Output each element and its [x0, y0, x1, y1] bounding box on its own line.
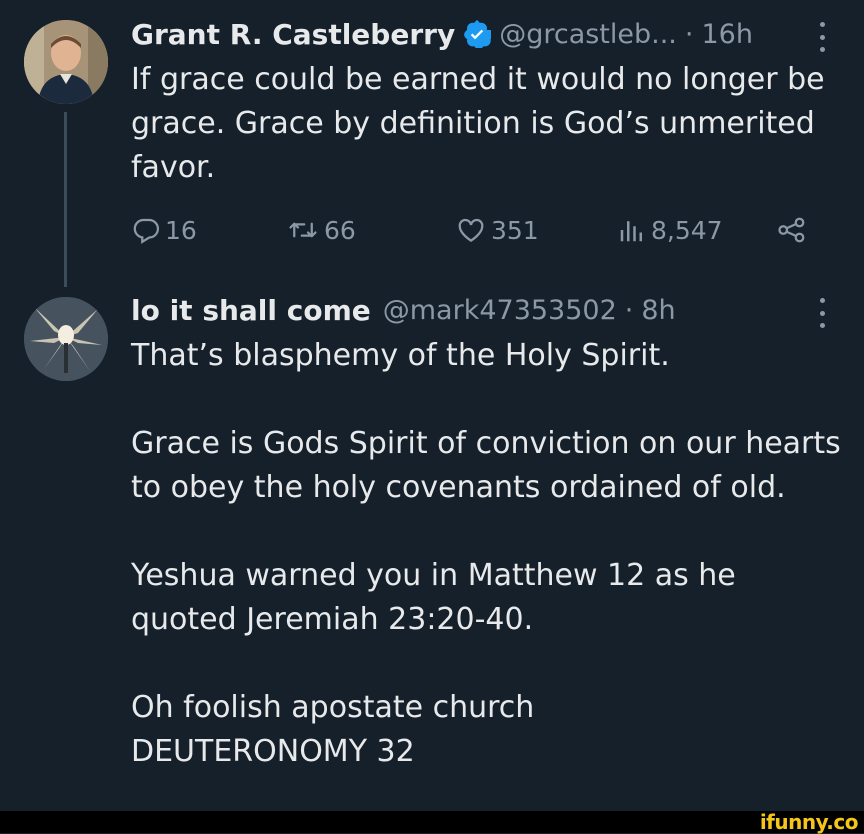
author-handle[interactable]: @mark47353502 [383, 295, 617, 326]
author-name[interactable]: Grant R. Castleberry [131, 18, 455, 51]
separator-dot: · [684, 18, 694, 50]
tweet2-header: lo it shall come @mark47353502 · 8h [131, 290, 676, 330]
separator-dot: · [624, 294, 634, 326]
tweet-paragraph: Oh foolish apostate church [131, 690, 535, 725]
tweet2-text: That’s blasphemy of the Holy Spirit. Gra… [131, 334, 846, 774]
tweet-time[interactable]: 8h [641, 295, 675, 326]
tweet-paragraph: DEUTERONOMY 32 [131, 734, 415, 769]
tweet-body: If grace could be earned it would no lon… [131, 62, 825, 185]
share-button[interactable] [776, 210, 812, 250]
tweet1-header: Grant R. Castleberry @grcastleb... · 16h [131, 14, 753, 54]
avatar-lo-it-shall-come[interactable] [24, 297, 108, 381]
like-count: 351 [491, 215, 539, 245]
views-icon [620, 221, 642, 242]
more-icon[interactable] [812, 298, 832, 328]
tweet-paragraph: Grace is Gods Spirit of conviction on ou… [131, 426, 841, 505]
retweet-button[interactable]: 66 [286, 210, 356, 250]
reply-icon [133, 218, 160, 244]
like-button[interactable]: 351 [455, 210, 539, 250]
avatar-grant[interactable] [24, 20, 108, 104]
like-icon [458, 218, 484, 242]
retweet-count: 66 [324, 215, 356, 245]
watermark-bar [0, 811, 864, 833]
ifunny-watermark: ifunny.co [759, 810, 859, 834]
retweet-icon [289, 222, 317, 238]
author-name[interactable]: lo it shall come [131, 294, 371, 327]
more-icon[interactable] [812, 22, 832, 52]
verified-badge-icon [463, 20, 494, 50]
reply-button[interactable]: 16 [131, 210, 197, 250]
tweet-paragraph: That’s blasphemy of the Holy Spirit. [131, 338, 670, 373]
views-count: 8,547 [651, 215, 723, 245]
share-icon [778, 217, 805, 243]
tweet-paragraph: Yeshua warned you in Matthew 12 as he qu… [131, 558, 736, 637]
tweet1-text: If grace could be earned it would no lon… [131, 58, 846, 190]
views-button[interactable]: 8,547 [617, 210, 723, 250]
tweet-time[interactable]: 16h [702, 19, 753, 50]
reply-count: 16 [165, 215, 197, 245]
thread-line [64, 112, 67, 287]
author-handle[interactable]: @grcastleb... [499, 19, 677, 50]
